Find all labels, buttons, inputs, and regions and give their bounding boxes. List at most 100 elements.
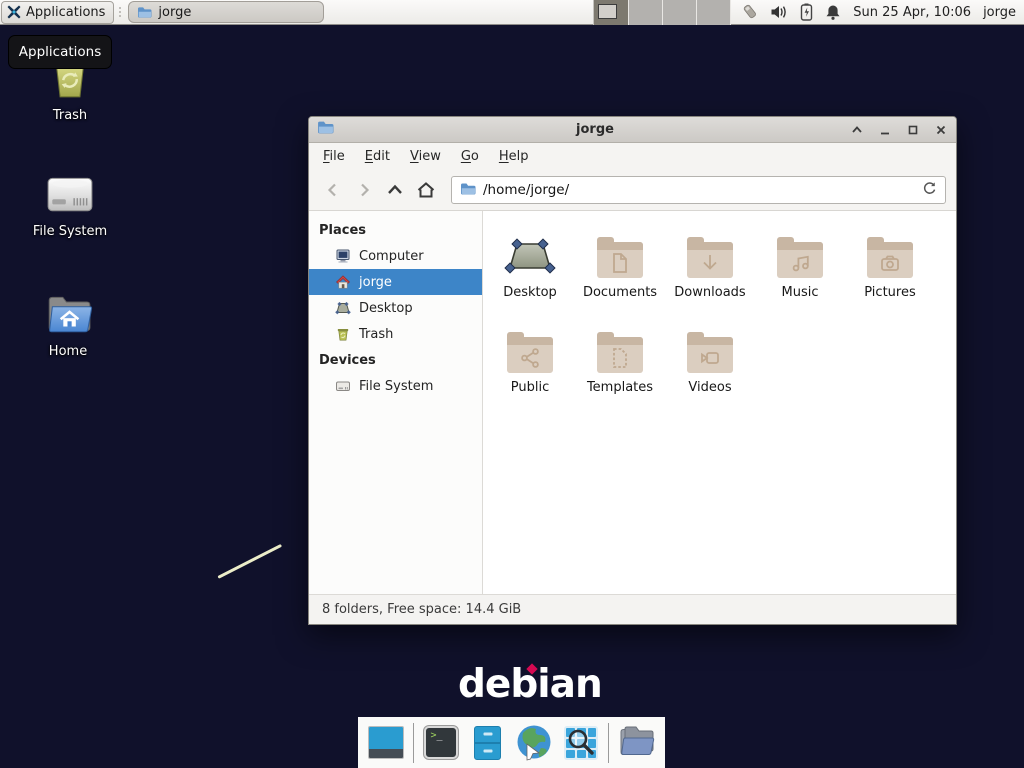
statusbar: 8 folders, Free space: 14.4 GiB xyxy=(309,594,956,624)
sidebar-item-label: Desktop xyxy=(359,301,413,316)
panel-username[interactable]: jorge xyxy=(983,5,1016,20)
file-item-videos[interactable]: Videos xyxy=(665,318,755,413)
menu-edit[interactable]: Edit xyxy=(355,144,400,169)
forward-button[interactable] xyxy=(350,177,377,204)
file-cabinet-icon[interactable] xyxy=(469,724,506,762)
applications-menu-button[interactable]: Applications xyxy=(1,1,114,24)
path-input[interactable]: /home/jorge/ xyxy=(483,182,915,198)
panel-grip[interactable] xyxy=(116,3,123,21)
trash-icon xyxy=(335,326,351,342)
home-icon xyxy=(335,274,351,290)
system-tray xyxy=(741,3,841,21)
applications-menu-label: Applications xyxy=(26,5,105,20)
file-label: Videos xyxy=(688,380,731,395)
file-manager-window: jorge File Edit View Go Help xyxy=(308,116,957,625)
applications-tooltip: Applications xyxy=(8,35,112,69)
workspace-1[interactable] xyxy=(594,0,628,25)
sidebar-item-label: Computer xyxy=(359,249,424,264)
desktop-icon-home[interactable]: Home xyxy=(20,288,116,359)
sidebar-header-places: Places xyxy=(309,217,482,243)
taskbar-window-button[interactable]: jorge xyxy=(128,1,324,23)
desktop-trapezoid-icon xyxy=(504,223,556,278)
computer-icon xyxy=(335,248,351,264)
volume-icon[interactable] xyxy=(770,4,788,20)
window-folder-icon xyxy=(317,120,334,139)
mouse-cursor-streak xyxy=(217,544,281,578)
top-panel: Applications jorge xyxy=(0,0,1024,25)
maximize-button[interactable] xyxy=(906,123,920,137)
removable-device-icon[interactable] xyxy=(741,3,759,21)
file-item-desktop[interactable]: Desktop xyxy=(485,223,575,318)
file-item-public[interactable]: Public xyxy=(485,318,575,413)
menu-help[interactable]: Help xyxy=(489,144,539,169)
panel-clock[interactable]: Sun 25 Apr, 10:06 xyxy=(853,5,971,20)
folder-icon xyxy=(137,6,152,19)
file-label: Public xyxy=(511,380,549,395)
home-folder-icon xyxy=(20,288,116,338)
file-item-templates[interactable]: Templates xyxy=(575,318,665,413)
menu-go[interactable]: Go xyxy=(451,144,489,169)
status-text: 8 folders, Free space: 14.4 GiB xyxy=(322,602,521,617)
battery-icon[interactable] xyxy=(799,3,814,21)
menu-file[interactable]: File xyxy=(313,144,355,169)
workspace-window-thumbnail xyxy=(598,4,617,19)
file-manager-icon[interactable] xyxy=(618,724,656,762)
window-titlebar[interactable]: jorge xyxy=(309,117,956,143)
drive-icon xyxy=(335,378,351,394)
web-browser-icon[interactable] xyxy=(515,724,553,762)
folder-public-icon xyxy=(507,337,553,373)
menubar: File Edit View Go Help xyxy=(309,143,956,170)
application-finder-icon[interactable] xyxy=(562,724,599,762)
notifications-icon[interactable] xyxy=(825,4,841,21)
sidebar-item-trash[interactable]: Trash xyxy=(309,321,482,347)
hard-drive-icon xyxy=(22,168,118,218)
terminal-icon[interactable]: >_ xyxy=(423,724,460,762)
sidebar-item-label: File System xyxy=(359,379,433,394)
workspace-switcher xyxy=(593,0,731,25)
desktop-icon-filesystem[interactable]: File System xyxy=(22,168,118,239)
xfce-applications-icon xyxy=(6,4,22,20)
desktop-icon-label: Trash xyxy=(22,108,118,123)
desktop-icon xyxy=(335,300,351,316)
file-label: Templates xyxy=(587,380,653,395)
tooltip-text: Applications xyxy=(19,44,101,60)
close-button[interactable] xyxy=(934,123,948,137)
window-title: jorge xyxy=(340,122,850,137)
file-item-music[interactable]: Music xyxy=(755,223,845,318)
dock-separator xyxy=(608,723,609,763)
sidebar-item-computer[interactable]: Computer xyxy=(309,243,482,269)
file-item-pictures[interactable]: Pictures xyxy=(845,223,935,318)
workspace-2[interactable] xyxy=(629,0,663,25)
folder-music-icon xyxy=(777,242,823,278)
menu-view[interactable]: View xyxy=(400,144,451,169)
file-label: Desktop xyxy=(503,285,557,300)
up-button[interactable] xyxy=(381,177,408,204)
file-label: Music xyxy=(782,285,819,300)
file-label: Documents xyxy=(583,285,657,300)
shade-button[interactable] xyxy=(850,123,864,137)
file-view[interactable]: Desktop Documents Downloads xyxy=(483,211,956,594)
desktop-icon-label: File System xyxy=(22,224,118,239)
reload-icon[interactable] xyxy=(922,181,937,200)
path-bar[interactable]: /home/jorge/ xyxy=(451,176,946,204)
sidebar-item-label: jorge xyxy=(359,275,392,290)
folder-documents-icon xyxy=(597,242,643,278)
desktop-icon-label: Home xyxy=(20,344,116,359)
home-button[interactable] xyxy=(412,177,439,204)
folder-downloads-icon xyxy=(687,242,733,278)
show-desktop-icon[interactable] xyxy=(367,724,404,762)
sidebar-item-jorge[interactable]: jorge xyxy=(309,269,482,295)
folder-pictures-icon xyxy=(867,242,913,278)
back-button[interactable] xyxy=(319,177,346,204)
dock: >_ xyxy=(358,717,665,768)
workspace-3[interactable] xyxy=(663,0,697,25)
sidebar-header-devices: Devices xyxy=(309,347,482,373)
sidebar-item-file-system[interactable]: File System xyxy=(309,373,482,399)
minimize-button[interactable] xyxy=(878,123,892,137)
sidebar-item-desktop[interactable]: Desktop xyxy=(309,295,482,321)
sidebar-item-label: Trash xyxy=(359,327,393,342)
toolbar: /home/jorge/ xyxy=(309,170,956,211)
file-item-downloads[interactable]: Downloads xyxy=(665,223,755,318)
file-item-documents[interactable]: Documents xyxy=(575,223,665,318)
workspace-4[interactable] xyxy=(697,0,731,25)
